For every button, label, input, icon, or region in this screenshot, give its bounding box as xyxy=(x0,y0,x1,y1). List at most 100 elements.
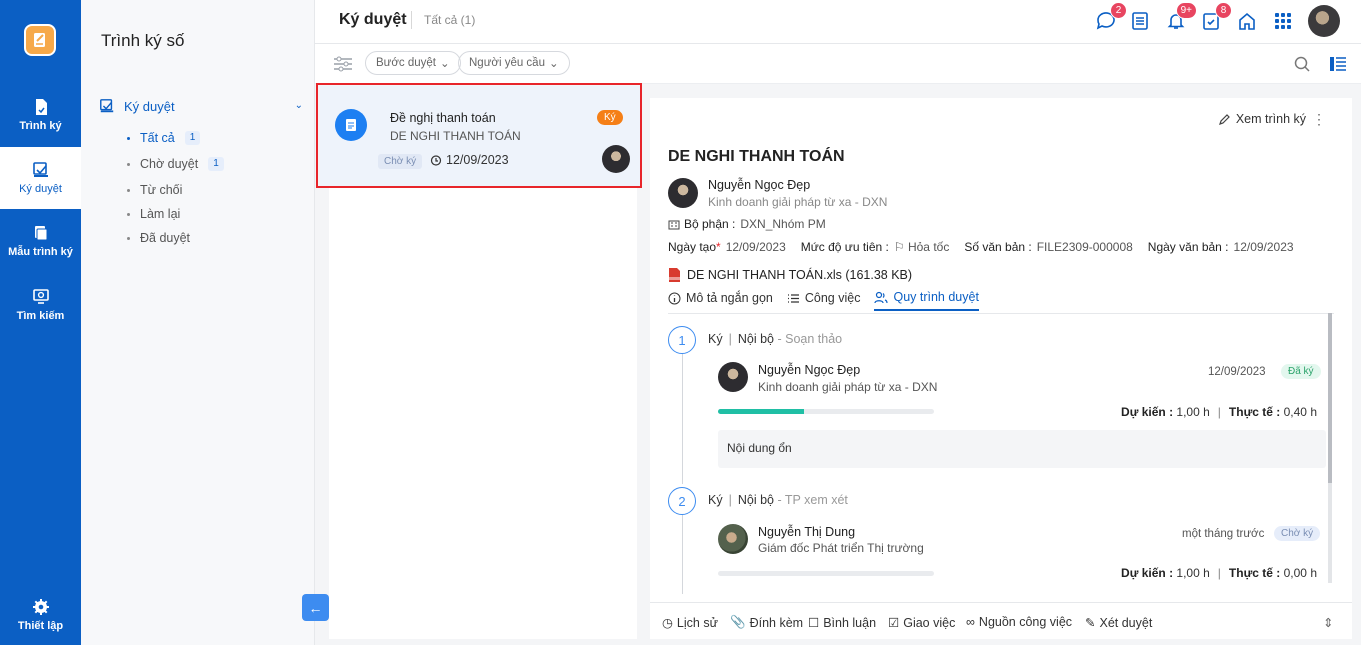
sidebar-item-tat-ca[interactable]: Tất cả 1 xyxy=(127,131,201,145)
work-source-button[interactable]: ∞ Nguồn công việc xyxy=(966,615,1072,629)
list-icon xyxy=(787,293,799,303)
approve-icon xyxy=(32,162,48,177)
scrollbar-thumb[interactable] xyxy=(1328,313,1332,483)
actual-value: 0,00 h xyxy=(1283,566,1317,580)
filter-settings-icon[interactable] xyxy=(333,56,353,75)
separator: | xyxy=(1217,566,1221,580)
search-icon[interactable] xyxy=(1293,55,1311,76)
actual-label: Thực tế : xyxy=(1228,405,1281,419)
user-avatar[interactable] xyxy=(1308,5,1340,37)
action-label: Lịch sử xyxy=(676,615,718,630)
count-badge: 1 xyxy=(208,157,224,171)
bullet xyxy=(127,188,130,192)
sidebar-group-ky-duyet[interactable]: Ký duyệt ⌄ xyxy=(99,98,303,114)
separator: | xyxy=(728,493,732,507)
sidebar-item-cho-duyet[interactable]: Chờ duyệt 1 xyxy=(127,157,224,171)
module-title: Trình ký số xyxy=(101,31,185,50)
avatar xyxy=(668,178,698,208)
action-label: Xét duyệt xyxy=(1099,615,1153,630)
step-type: Ký xyxy=(708,332,723,346)
comment-button[interactable]: ☐ Bình luận xyxy=(808,615,876,631)
step-role: - TP xem xét xyxy=(777,493,848,507)
pencil-icon xyxy=(1218,113,1230,125)
step-role: - Soạn thảo xyxy=(777,332,843,346)
tab-description[interactable]: Mô tả ngắn gọn xyxy=(668,290,773,311)
document-list-icon xyxy=(1132,12,1148,30)
search-monitor-icon xyxy=(32,289,49,304)
more-options-icon[interactable]: ⋮ xyxy=(1312,111,1326,128)
rail-label: Trình ký xyxy=(19,120,62,132)
notifications-button[interactable]: 9+ xyxy=(1163,2,1197,34)
planned-label: Dự kiến : xyxy=(1121,405,1174,419)
step-scope: Nội bộ xyxy=(737,332,774,346)
status-badge: Chờ ký xyxy=(1274,526,1321,541)
divider xyxy=(411,11,412,29)
sidebar-item-label: Đã duyệt xyxy=(140,231,191,245)
separator: | xyxy=(728,332,732,346)
action-label: Đính kèm xyxy=(749,615,804,630)
clipboard-icon: ☑ xyxy=(888,616,900,630)
building-icon xyxy=(668,220,680,230)
priority-text: Hỏa tốc xyxy=(907,240,950,254)
step-number: 1 xyxy=(668,326,696,354)
home-icon xyxy=(1239,12,1255,30)
view-signing-button[interactable]: Xem trình ký xyxy=(1218,112,1306,126)
step-role-text: TP xem xét xyxy=(784,493,848,507)
sidebar-item-da-duyet[interactable]: Đã duyệt xyxy=(127,231,190,245)
attachment-button[interactable]: 📎 Đính kèm xyxy=(730,615,803,630)
scrollbar[interactable] xyxy=(1328,313,1332,583)
history-button[interactable]: ◷ Lịch sử xyxy=(662,615,718,631)
app-logo-icon[interactable] xyxy=(24,24,56,56)
document-title: DE NGHI THANH TOÁN xyxy=(668,148,845,165)
planned-label: Dự kiến : xyxy=(1121,566,1174,580)
assign-task-button[interactable]: ☑ Giao việc xyxy=(888,615,955,631)
chevron-down-icon: ⌄ xyxy=(440,58,450,70)
chevron-down-icon: ⌄ xyxy=(548,58,559,70)
view-signing-label: Xem trình ký xyxy=(1235,112,1306,126)
divider xyxy=(668,313,1334,314)
document-list-button[interactable] xyxy=(1127,8,1153,34)
detail-tabs: Mô tả ngắn gọn Công việc Quy trình duyệt xyxy=(668,290,979,311)
attached-file[interactable]: DE NGHI THANH TOÁN.xls (161.38 KB) xyxy=(668,267,912,283)
tab-label: Mô tả ngắn gọn xyxy=(686,291,773,305)
tasks-button[interactable]: 8 xyxy=(1198,2,1232,34)
collapse-sidebar-button[interactable]: ← xyxy=(302,594,329,621)
meta-row: Ngày tạo * 12/09/2023 Mức độ ưu tiên : ⚐ … xyxy=(668,240,1309,254)
page-title: Ký duyệt xyxy=(339,11,407,28)
apps-button[interactable] xyxy=(1270,8,1296,34)
field-value: 12/09/2023 xyxy=(1233,240,1294,254)
list-view-icon[interactable] xyxy=(1329,55,1347,76)
sidebar-item-label: Tất cả xyxy=(140,131,175,145)
step-date: một tháng trước xyxy=(1182,528,1265,540)
timeline-line xyxy=(682,514,683,594)
priority-value: ⚐ Hỏa tốc xyxy=(893,240,950,254)
tab-tasks[interactable]: Công việc xyxy=(787,290,860,311)
rail-item-tim-kiem[interactable]: Tìm kiếm xyxy=(0,274,81,336)
chevron-down-icon[interactable]: ⌄ xyxy=(295,100,303,111)
field-value: DXN_Nhóm PM xyxy=(740,217,826,231)
bullet xyxy=(127,136,130,140)
tab-approval-process[interactable]: Quy trình duyệt xyxy=(874,290,979,311)
bullet xyxy=(127,162,130,166)
rail-label: Mẫu trình ký xyxy=(8,246,73,258)
bullet xyxy=(127,236,130,240)
expand-icon[interactable]: ⇕ xyxy=(1323,615,1333,630)
filter-requester-dropdown[interactable]: Người yêu cầu ⌄ xyxy=(458,51,570,75)
review-button[interactable]: ✎ Xét duyệt xyxy=(1085,615,1153,631)
rail-item-trinh-ky[interactable]: Trình ký xyxy=(0,84,81,146)
action-label: Nguồn công việc xyxy=(978,615,1073,629)
file-icon xyxy=(669,268,680,282)
approval-comment: Nội dung ổn xyxy=(718,430,1326,468)
chat-button[interactable]: 2 xyxy=(1093,2,1127,34)
rail-item-settings[interactable]: Thiết lập xyxy=(0,590,81,640)
actual-label: Thực tế : xyxy=(1228,566,1281,580)
sidebar-item-tu-choi[interactable]: Từ chối xyxy=(127,183,182,197)
rail-item-ky-duyet[interactable]: Ký duyệt xyxy=(0,147,81,209)
home-button[interactable] xyxy=(1234,8,1260,34)
sidebar-item-lam-lai[interactable]: Làm lại xyxy=(127,207,180,221)
rail-item-mau-trinh-ky[interactable]: Mẫu trình ký xyxy=(0,210,81,272)
time-estimate: Dự kiến : 1,00 h | Thực tế : 0,00 h xyxy=(1121,566,1317,580)
selection-highlight xyxy=(316,83,642,188)
filter-step-dropdown[interactable]: Bước duyệt ⌄ xyxy=(365,51,461,75)
progress-fill xyxy=(718,409,805,414)
